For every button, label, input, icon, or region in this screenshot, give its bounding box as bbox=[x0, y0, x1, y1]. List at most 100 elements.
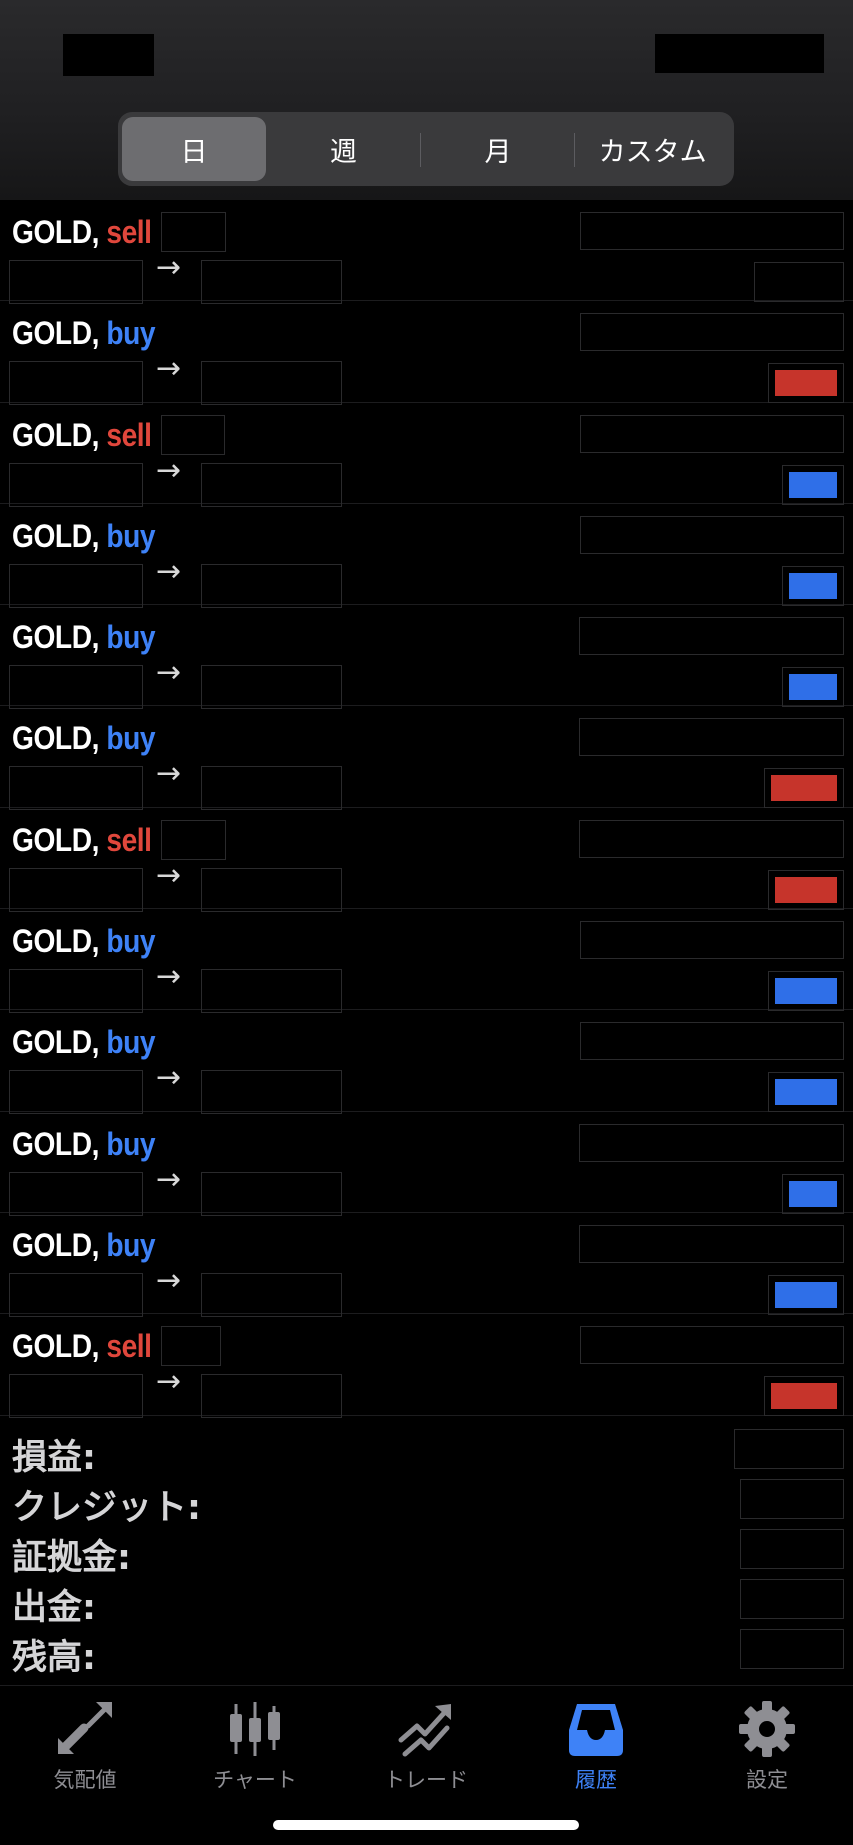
pnl-box bbox=[768, 869, 844, 910]
pnl-box bbox=[782, 565, 844, 606]
tab-history[interactable]: 履歴 bbox=[511, 1700, 681, 1794]
trade-row[interactable]: GOLD, buy → bbox=[0, 909, 853, 1014]
close-price-box bbox=[201, 563, 342, 608]
close-price-box bbox=[201, 969, 342, 1014]
symbol-text: GOLD, bbox=[12, 923, 99, 960]
symbol-text: GOLD, bbox=[12, 1226, 99, 1263]
close-price-box bbox=[201, 665, 342, 710]
time-box bbox=[579, 1123, 844, 1162]
trade-row[interactable]: GOLD, buy → bbox=[0, 301, 853, 406]
symbol-text: GOLD, bbox=[12, 720, 99, 757]
time-box bbox=[580, 1022, 844, 1061]
trade-symbol: GOLD, buy bbox=[12, 315, 156, 352]
open-price-box bbox=[9, 563, 143, 608]
quotes-arrows-icon bbox=[58, 1702, 112, 1754]
open-price-box bbox=[9, 665, 143, 710]
trade-row[interactable]: GOLD, buy → bbox=[0, 1112, 853, 1216]
tab-settings[interactable]: 設定 bbox=[682, 1700, 852, 1794]
period-segmented-control: 日 週 月 カスタム bbox=[118, 112, 734, 186]
profit-indicator bbox=[775, 978, 837, 1005]
profit-indicator bbox=[775, 1079, 837, 1106]
price-arrow: → bbox=[156, 959, 182, 995]
open-price-box bbox=[9, 1374, 143, 1419]
time-box bbox=[580, 1326, 844, 1365]
time-box bbox=[579, 617, 844, 656]
trade-side: buy bbox=[106, 517, 156, 554]
pnl-box bbox=[782, 1173, 844, 1214]
home-indicator[interactable] bbox=[273, 1820, 579, 1830]
loss-indicator bbox=[775, 876, 837, 903]
time-box bbox=[580, 313, 844, 352]
tab-history-label: 履歴 bbox=[575, 1768, 617, 1792]
price-arrow: → bbox=[156, 553, 182, 589]
price-arrow: → bbox=[156, 1262, 182, 1298]
pnl-box bbox=[754, 262, 844, 302]
withdraw-label: 出金: bbox=[12, 1588, 96, 1628]
profit-label: 損益: bbox=[12, 1438, 96, 1478]
pnl-box bbox=[768, 363, 844, 404]
volume-box bbox=[161, 414, 225, 455]
trade-row[interactable]: GOLD, buy → bbox=[0, 605, 853, 710]
summary-credit-row: クレジット: bbox=[0, 1475, 853, 1528]
tab-settings-label: 設定 bbox=[746, 1768, 788, 1792]
profit-indicator bbox=[789, 674, 837, 701]
trade-row[interactable]: GOLD, sell → bbox=[0, 808, 853, 912]
trade-row[interactable]: GOLD, buy → bbox=[0, 706, 853, 811]
pnl-box bbox=[764, 1376, 844, 1417]
symbol-text: GOLD, bbox=[12, 315, 99, 352]
symbol-text: GOLD, bbox=[12, 1125, 99, 1162]
tab-trade-label: トレード bbox=[384, 1768, 468, 1792]
trade-symbol: GOLD, sell bbox=[12, 1328, 152, 1365]
close-price-box bbox=[201, 766, 342, 811]
pnl-box bbox=[768, 1274, 844, 1315]
symbol-text: GOLD, bbox=[12, 416, 99, 453]
segment-week[interactable]: 週 bbox=[266, 117, 421, 181]
top-header: 日 週 月 カスタム bbox=[0, 0, 853, 200]
trade-row[interactable]: GOLD, sell → bbox=[0, 1314, 853, 1419]
close-price-box bbox=[201, 260, 342, 304]
pnl-box bbox=[782, 464, 844, 505]
trade-row[interactable]: GOLD, sell → bbox=[0, 200, 853, 304]
segment-day[interactable]: 日 bbox=[122, 117, 266, 181]
trade-side: buy bbox=[106, 720, 156, 757]
summary-section: 損益: クレジット: 証拠金: 出金: 残高: bbox=[0, 1425, 853, 1678]
trade-row[interactable]: GOLD, buy → bbox=[0, 504, 853, 608]
open-price-box bbox=[9, 462, 143, 507]
trade-symbol: GOLD, buy bbox=[12, 1226, 156, 1264]
trade-side: sell bbox=[106, 1328, 152, 1365]
segment-month[interactable]: 月 bbox=[421, 117, 576, 181]
trade-side: sell bbox=[106, 821, 152, 858]
tab-trade[interactable]: トレード bbox=[341, 1700, 511, 1794]
profit-value-box bbox=[734, 1429, 844, 1469]
price-arrow: → bbox=[156, 1060, 182, 1096]
symbol-text: GOLD, bbox=[12, 821, 99, 858]
open-price-box bbox=[9, 867, 143, 912]
trade-symbol: GOLD, buy bbox=[12, 619, 156, 656]
price-arrow: → bbox=[156, 452, 182, 488]
trade-row[interactable]: GOLD, buy → bbox=[0, 1213, 853, 1317]
trade-side: sell bbox=[106, 214, 152, 250]
segment-custom[interactable]: カスタム bbox=[575, 117, 730, 181]
tab-chart-label: チャート bbox=[213, 1768, 297, 1792]
trade-symbol: GOLD, buy bbox=[12, 517, 156, 555]
close-price-box bbox=[201, 1070, 342, 1115]
trade-history-list[interactable]: GOLD, sell → GOLD, buy → GOLD, sell → GOLD, bu… bbox=[0, 200, 853, 1419]
tab-chart[interactable]: チャート bbox=[170, 1700, 340, 1794]
price-arrow: → bbox=[156, 351, 182, 387]
trade-row[interactable]: GOLD, sell → bbox=[0, 403, 853, 507]
tab-quotes-label: 気配値 bbox=[53, 1768, 117, 1792]
time-box bbox=[580, 212, 844, 250]
profit-indicator bbox=[789, 572, 837, 599]
open-price-box bbox=[9, 1272, 143, 1317]
tab-quotes[interactable]: 気配値 bbox=[0, 1700, 170, 1794]
candlestick-chart-icon bbox=[230, 1702, 280, 1756]
open-price-box bbox=[9, 260, 143, 304]
trade-row[interactable]: GOLD, buy → bbox=[0, 1010, 853, 1115]
time-box bbox=[579, 718, 844, 757]
volume-box bbox=[161, 212, 226, 252]
time-box bbox=[580, 921, 844, 960]
balance-label: 残高: bbox=[12, 1638, 96, 1678]
credit-label: クレジット: bbox=[12, 1488, 201, 1528]
symbol-text: GOLD, bbox=[12, 1024, 99, 1061]
summary-withdraw-row: 出金: bbox=[0, 1575, 853, 1628]
